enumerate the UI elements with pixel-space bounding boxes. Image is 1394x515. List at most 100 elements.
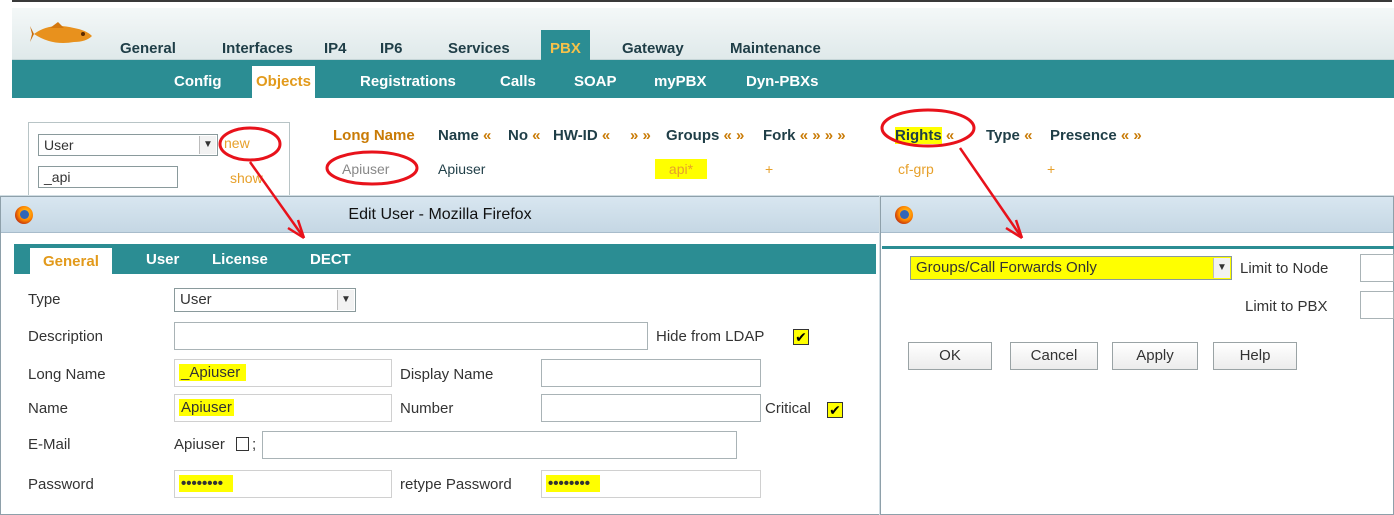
limit-node-input[interactable]: [1360, 254, 1394, 282]
filter-value: _api: [44, 169, 71, 185]
retype-password-input[interactable]: ••••••••: [541, 470, 761, 498]
col-long-name-label: Long Name: [333, 127, 415, 144]
col-no-sort: «: [532, 127, 541, 144]
main-tab-pbx[interactable]: PBX: [541, 30, 590, 60]
sub-tab-dyn-pbxs[interactable]: Dyn-PBXs: [742, 66, 823, 98]
checkmark-icon: ✔: [829, 402, 841, 418]
ok-button[interactable]: OK: [908, 342, 992, 370]
col-type-label: Type: [986, 127, 1020, 144]
rights-select-value: Groups/Call Forwards Only: [916, 259, 1097, 276]
edit-user-tabbar: [14, 244, 876, 274]
chevron-down-icon: ▼: [337, 290, 354, 310]
long-name-value: _Apiuser: [179, 364, 247, 381]
sub-tab-mypbx[interactable]: myPBX: [650, 66, 711, 98]
edit-user-title: Edit User - Mozilla Firefox: [348, 206, 532, 223]
col-long-name[interactable]: Long Name: [333, 127, 415, 145]
tab-dect[interactable]: DECT: [310, 246, 351, 274]
apply-button[interactable]: Apply: [1112, 342, 1198, 370]
email-input[interactable]: [262, 431, 737, 459]
main-tab-services[interactable]: Services: [448, 38, 510, 60]
rights-title: [881, 197, 1393, 233]
col-type-sort: «: [1024, 127, 1033, 144]
row-name[interactable]: Apiuser: [438, 159, 485, 179]
col-fork[interactable]: Fork « » » »: [763, 127, 846, 145]
limit-pbx-input[interactable]: [1360, 291, 1394, 319]
col-groups[interactable]: Groups « »: [666, 127, 744, 145]
name-label: Name: [28, 400, 69, 417]
main-tab-interfaces[interactable]: Interfaces: [222, 38, 293, 60]
sub-tab-config[interactable]: Config: [170, 66, 225, 98]
chevron-down-icon: ▼: [199, 136, 216, 154]
col-hwid-sort: «: [601, 127, 611, 144]
row-groups: api*: [655, 159, 707, 179]
col-hwid-label: HW-ID: [553, 127, 598, 144]
type-label: Type: [28, 291, 61, 308]
limit-pbx-label: Limit to PBX: [1245, 298, 1328, 315]
col-rights[interactable]: Rights «: [895, 127, 954, 145]
sub-tab-objects[interactable]: Objects: [252, 66, 316, 98]
rights-titlebar: [881, 197, 1393, 233]
col-type[interactable]: Type «: [986, 127, 1032, 145]
row-fork: +: [765, 161, 774, 177]
rights-accent-bar: [882, 246, 1394, 249]
hide-ldap-checkbox[interactable]: ✔: [793, 329, 809, 345]
help-button[interactable]: Help: [1213, 342, 1297, 370]
limit-node-label: Limit to Node: [1240, 260, 1329, 277]
main-tab-general[interactable]: General: [120, 38, 176, 60]
col-name-sort: «: [483, 127, 492, 144]
col-rights-sort: «: [945, 127, 955, 144]
password-label: Password: [28, 476, 94, 493]
col-presence-sort: « »: [1120, 127, 1142, 144]
col-hwid[interactable]: HW-ID «: [553, 127, 610, 145]
tab-license[interactable]: License: [212, 246, 268, 274]
password-input[interactable]: ••••••••: [174, 470, 392, 498]
col-no[interactable]: No «: [508, 127, 541, 145]
col-name[interactable]: Name «: [438, 127, 491, 145]
critical-label: Critical: [765, 400, 811, 417]
edit-user-titlebar: Edit User - Mozilla Firefox: [1, 197, 879, 233]
hide-ldap-label: Hide from LDAP: [656, 328, 765, 345]
tab-general[interactable]: General: [30, 248, 112, 274]
col-presence[interactable]: Presence « »: [1050, 127, 1142, 145]
retype-password-label: retype Password: [400, 476, 512, 493]
number-input[interactable]: [541, 394, 761, 422]
main-tab-ip6[interactable]: IP6: [380, 38, 403, 60]
main-tab-ip4[interactable]: IP4: [324, 38, 347, 60]
filter-input[interactable]: _api: [38, 166, 178, 188]
rights-select[interactable]: Groups/Call Forwards Only ▼: [910, 256, 1232, 280]
long-name-input[interactable]: _Apiuser: [174, 359, 392, 387]
chevron-down-icon: ▼: [1213, 258, 1230, 278]
new-link[interactable]: new: [224, 135, 250, 151]
description-label: Description: [28, 328, 104, 345]
col-extra-sort[interactable]: » »: [630, 127, 651, 145]
sub-tab-calls[interactable]: Calls: [496, 66, 540, 98]
col-no-label: No: [508, 127, 528, 144]
show-link[interactable]: show: [230, 170, 263, 186]
checkmark-icon: ✔: [795, 329, 807, 345]
tab-user[interactable]: User: [146, 246, 179, 274]
number-label: Number: [400, 400, 454, 417]
email-label: E-Mail: [28, 436, 71, 453]
display-name-label: Display Name: [400, 366, 494, 383]
main-tab-maintenance[interactable]: Maintenance: [730, 38, 821, 60]
critical-checkbox[interactable]: ✔: [827, 402, 843, 418]
long-name-label: Long Name: [28, 366, 106, 383]
cancel-button[interactable]: Cancel: [1010, 342, 1098, 370]
display-name-input[interactable]: [541, 359, 761, 387]
object-type-select[interactable]: User ▼: [38, 134, 218, 156]
main-tab-gateway[interactable]: Gateway: [622, 38, 684, 60]
name-input[interactable]: Apiuser: [174, 394, 392, 422]
col-fork-label: Fork: [763, 127, 796, 144]
fish-logo-icon: [30, 22, 92, 43]
row-long-name[interactable]: Apiuser: [342, 159, 389, 179]
col-name-label: Name: [438, 127, 479, 144]
description-input[interactable]: [174, 322, 648, 350]
email-checkbox[interactable]: [236, 437, 249, 451]
col-presence-label: Presence: [1050, 127, 1117, 144]
sub-tab-soap[interactable]: SOAP: [570, 66, 621, 98]
main-nav: [12, 8, 1394, 60]
sub-tab-registrations[interactable]: Registrations: [356, 66, 460, 98]
type-select[interactable]: User ▼: [174, 288, 356, 312]
col-groups-sort: « »: [723, 127, 745, 144]
row-rights: cf-grp: [898, 161, 934, 177]
